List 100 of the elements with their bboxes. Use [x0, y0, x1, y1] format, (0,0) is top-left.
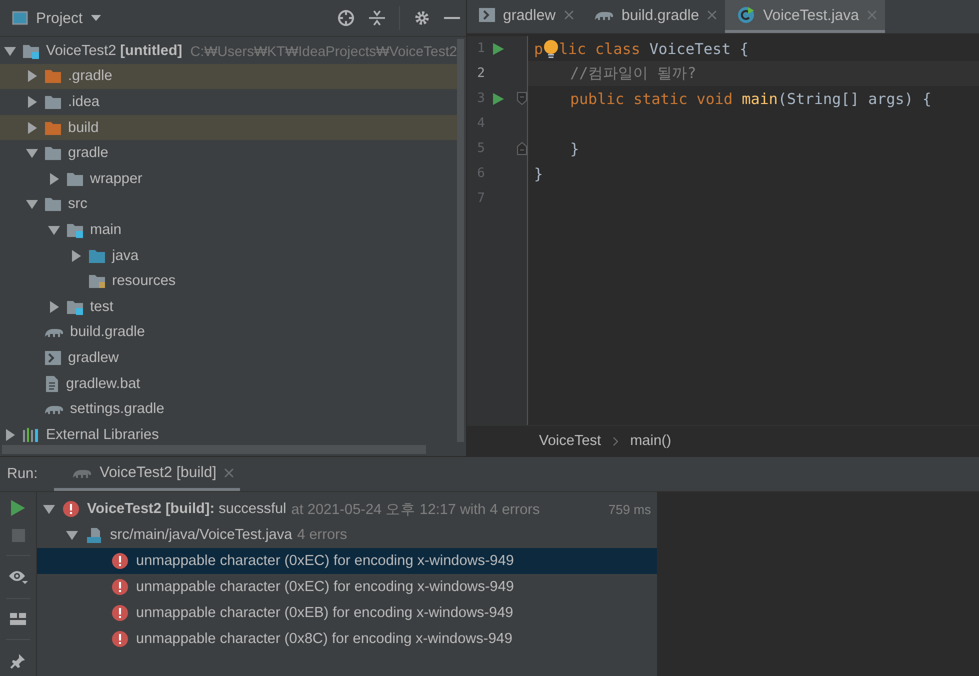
- tree-item[interactable]: main: [0, 217, 458, 243]
- folder-icon: [44, 196, 62, 212]
- expand-arrow-icon[interactable]: [26, 147, 38, 160]
- pin-icon[interactable]: [10, 653, 26, 669]
- result-detail: at 2021-05-24 오후 12:17 with 4 errors: [291, 500, 540, 518]
- run-icon[interactable]: [492, 92, 504, 104]
- result-item[interactable]: unmappable character (0xEC) for encoding x-windows-949: [37, 574, 657, 600]
- collapse-icon[interactable]: [369, 9, 385, 27]
- result-text: VoiceTest2 [build]: successful: [87, 501, 286, 517]
- terminal-icon: [479, 8, 495, 22]
- tree-item-label: gradle: [68, 145, 108, 162]
- eye-icon[interactable]: [8, 569, 28, 585]
- folder-icon: [66, 170, 84, 187]
- result-item[interactable]: unmappable character (0x8C) for encoding x-windows-949: [37, 626, 657, 652]
- tree-item[interactable]: gradle: [0, 140, 458, 166]
- result-item[interactable]: unmappable character (0xEC) for encoding x-windows-949: [37, 548, 657, 574]
- tree-item[interactable]: wrapper: [0, 166, 458, 192]
- close-icon[interactable]: [707, 10, 718, 20]
- project-path: C:₩Users₩KT₩IdeaProjects₩VoiceTest2: [190, 42, 458, 59]
- tree-item[interactable]: .gradle: [0, 64, 458, 90]
- fold-icon[interactable]: [517, 92, 527, 105]
- tree-item[interactable]: build: [0, 114, 458, 140]
- tree-item[interactable]: test: [0, 294, 458, 320]
- expand-arrow-icon[interactable]: [4, 44, 16, 57]
- result-text: unmappable character (0xEB) for encoding x-windows-949: [136, 605, 514, 621]
- result-item[interactable]: unmappable character (0xEB) for encoding x-windows-949: [37, 600, 657, 626]
- editor-tab[interactable]: build.gradle: [582, 0, 726, 33]
- tree-item[interactable]: build.gradle: [0, 320, 458, 346]
- minimize-icon[interactable]: [444, 16, 460, 20]
- folder-icon: [66, 222, 84, 238]
- expand-arrow-icon[interactable]: [43, 503, 55, 515]
- tree-item-label: gradlew.bat: [66, 376, 140, 392]
- code-text: p: [534, 40, 544, 58]
- code-text: public static void: [569, 90, 734, 108]
- expand-arrow-icon[interactable]: [4, 428, 16, 441]
- tree-item-label: wrapper: [90, 170, 142, 187]
- crosshair-icon[interactable]: [337, 9, 355, 27]
- editor-tab[interactable]: VoiceTest.java: [725, 0, 885, 33]
- expand-arrow-icon[interactable]: [48, 300, 60, 313]
- tree-item[interactable]: java: [0, 242, 458, 268]
- expand-arrow-icon[interactable]: [66, 529, 78, 541]
- expand-arrow-icon[interactable]: [70, 250, 82, 262]
- lightbulb-icon[interactable]: [542, 38, 560, 58]
- expand-arrow-icon[interactable]: [26, 96, 38, 108]
- class-icon: [737, 6, 756, 24]
- run-icon[interactable]: [492, 42, 504, 54]
- settings-icon[interactable]: [414, 10, 430, 26]
- expand-arrow-icon[interactable]: [26, 198, 38, 210]
- folder-icon: [44, 68, 62, 84]
- code-text: (String[] args) {: [778, 90, 932, 108]
- tree-item[interactable]: gradlew: [0, 345, 458, 371]
- tree-item-label: VoiceTest2 [untitled]: [46, 42, 182, 59]
- result-item[interactable]: VoiceTest2 [build]: successful at 2021-05-24 오후 12:17 with 4 errors 759 ms: [37, 496, 657, 522]
- result-detail: 4 errors: [297, 527, 348, 543]
- tree-item-label: External Libraries: [46, 426, 159, 443]
- code-text: }: [534, 164, 544, 182]
- code-text: //컴파일이 될까?: [569, 64, 696, 83]
- terminal-icon: [44, 350, 62, 366]
- folder-icon: [44, 145, 62, 162]
- result-text: unmappable character (0x8C) for encoding x-windows-949: [136, 631, 512, 647]
- tree-item[interactable]: gradlew.bat: [0, 370, 458, 396]
- tree-item-label: build.gradle: [70, 324, 145, 340]
- caret-icon: [90, 15, 101, 21]
- expand-arrow-icon[interactable]: [48, 224, 60, 236]
- tree-item-label: .gradle: [68, 68, 112, 84]
- expand-arrow-icon[interactable]: [48, 172, 60, 185]
- tree-item[interactable]: settings.gradle: [0, 396, 458, 422]
- error-icon: [112, 579, 128, 595]
- tree-item[interactable]: VoiceTest2 [untitled] C:₩Users₩KT₩IdeaProjects₩VoiceTest2: [0, 38, 458, 64]
- tree-item-label: test: [90, 298, 114, 315]
- folder-icon: [44, 120, 62, 136]
- expand-arrow-icon[interactable]: [26, 70, 38, 82]
- fold-icon[interactable]: [517, 142, 527, 155]
- tree-item-label: gradlew: [68, 350, 119, 366]
- run-label: Run:: [7, 466, 38, 482]
- code-text: VoiceTest {: [649, 40, 749, 58]
- duration: 759 ms: [608, 502, 651, 516]
- tree-item-label: resources: [112, 273, 176, 290]
- tree-item-label: settings.gradle: [70, 401, 164, 418]
- run-icon[interactable]: [11, 500, 25, 516]
- run-tab[interactable]: VoiceTest2 [build]: [54, 457, 240, 491]
- close-icon[interactable]: [564, 10, 574, 20]
- breadcrumb[interactable]: main(): [630, 433, 672, 449]
- breadcrumb[interactable]: VoiceTest: [539, 433, 602, 449]
- tree-item[interactable]: src: [0, 192, 458, 218]
- tree-item[interactable]: .idea: [0, 89, 458, 115]
- error-icon: [112, 553, 128, 569]
- tree-item[interactable]: External Libraries: [0, 422, 458, 448]
- folder-icon: [88, 273, 106, 290]
- tree-item-label: .idea: [68, 94, 100, 110]
- result-text: unmappable character (0xEC) for encoding x-windows-949: [136, 553, 514, 569]
- editor-tab[interactable]: gradlew: [467, 0, 582, 33]
- view-dropdown[interactable]: Project: [12, 10, 101, 26]
- layout-icon[interactable]: [10, 612, 26, 626]
- result-item[interactable]: src/main/java/VoiceTest.java 4 errors: [37, 522, 657, 548]
- close-icon[interactable]: [224, 468, 234, 478]
- tree-item[interactable]: resources: [0, 268, 458, 294]
- code-text: lic class: [559, 40, 642, 58]
- expand-arrow-icon[interactable]: [26, 122, 38, 134]
- folder-icon: [22, 42, 40, 59]
